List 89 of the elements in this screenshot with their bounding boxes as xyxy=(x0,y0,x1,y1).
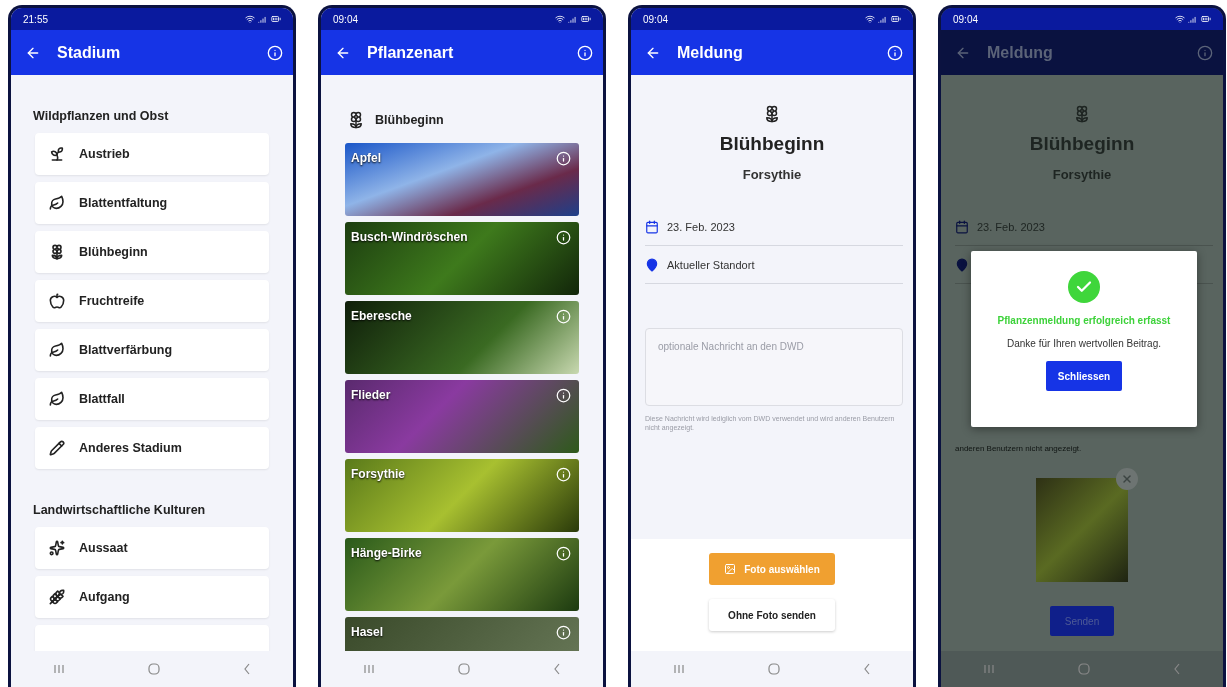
location-text: Aktueller Standort xyxy=(667,258,755,271)
back-nav-button[interactable] xyxy=(1173,663,1182,675)
plant-card[interactable]: Hänge-Birke xyxy=(345,538,579,611)
apple-icon xyxy=(49,293,65,309)
message-field[interactable]: optionale Nachricht an den DWD xyxy=(645,328,903,406)
stage-item[interactable]: Blattverfärbung xyxy=(35,329,269,371)
stage-item[interactable]: Blattentfaltung xyxy=(35,182,269,224)
flower-icon xyxy=(763,105,781,123)
dialog-message: Danke für Ihren wertvollen Beitrag. xyxy=(1007,338,1161,349)
location-pin-icon xyxy=(645,257,659,272)
home-button[interactable] xyxy=(458,663,470,675)
location-pin-icon xyxy=(955,257,969,272)
plant-name: Busch-Windröschen xyxy=(351,230,468,244)
battery-icon xyxy=(271,14,281,24)
home-button[interactable] xyxy=(148,663,160,675)
plant-name: Flieder xyxy=(351,388,391,402)
hint-text: anderen Benutzern nicht angezeigt. xyxy=(955,444,1083,455)
close-button[interactable] xyxy=(1116,468,1138,491)
stage-title: Blühbeginn xyxy=(719,133,825,155)
plant-title: Forsythie xyxy=(742,167,802,182)
home-button[interactable] xyxy=(1078,663,1090,675)
plant-card[interactable]: Hasel xyxy=(345,617,579,651)
calendar-icon xyxy=(645,219,659,234)
leaf-icon xyxy=(49,391,65,407)
recent-apps-button[interactable] xyxy=(672,664,685,674)
date-text: 23. Feb. 2023 xyxy=(977,220,1045,233)
send-without-photo-button[interactable]: Ohne Foto senden xyxy=(709,599,835,631)
plant-name: Hänge-Birke xyxy=(351,546,422,560)
image-icon xyxy=(724,563,737,575)
stage-item[interactable]: Anderes Stadium xyxy=(35,427,269,469)
signal-icon xyxy=(1188,14,1198,24)
recent-apps-button[interactable] xyxy=(362,664,375,674)
flower-icon xyxy=(49,244,65,260)
leaf-icon xyxy=(49,342,65,358)
plant-title: Forsythie xyxy=(1052,167,1112,182)
recent-apps-button[interactable] xyxy=(982,664,995,674)
signal-icon xyxy=(568,14,578,24)
status-time: 21:55 xyxy=(23,13,49,25)
sprout-icon xyxy=(49,146,65,162)
screen-title: Pflanzenart xyxy=(367,43,455,62)
wifi-icon xyxy=(865,14,875,24)
stage-item[interactable]: Aufgang xyxy=(35,576,269,618)
plant-name: Forsythie xyxy=(351,467,405,481)
close-icon xyxy=(1121,473,1133,486)
screen-title: Stadium xyxy=(57,43,122,62)
leaf-icon xyxy=(49,195,65,211)
close-dialog-button[interactable]: Schliessen xyxy=(1045,361,1123,391)
back-nav-button[interactable] xyxy=(863,663,872,675)
battery-icon xyxy=(891,14,901,24)
plant-name: Apfel xyxy=(351,151,381,165)
status-time: 09:04 xyxy=(643,13,669,25)
signal-icon xyxy=(878,14,888,24)
wifi-icon xyxy=(245,14,255,24)
pencil-icon xyxy=(49,440,65,456)
wifi-icon xyxy=(555,14,565,24)
status-time: 09:04 xyxy=(333,13,359,25)
status-time: 09:04 xyxy=(953,13,979,25)
plant-card[interactable]: Busch-Windröschen xyxy=(345,222,579,295)
plant-name: Eberesche xyxy=(351,309,412,323)
stage-item[interactable]: Blühbeginn xyxy=(35,231,269,273)
section-title: Wildpflanzen und Obst xyxy=(33,109,170,123)
stage-item[interactable]: Fruchtreife xyxy=(35,280,269,322)
flower-icon xyxy=(347,111,365,129)
stage-item[interactable]: Austrieb xyxy=(35,133,269,175)
flower-icon xyxy=(1073,105,1091,123)
battery-icon xyxy=(581,14,591,24)
plant-name: Hasel xyxy=(351,625,384,639)
signal-icon xyxy=(258,14,268,24)
section-title: Landwirtschaftliche Kulturen xyxy=(33,503,207,517)
stage-label: Blühbeginn xyxy=(375,113,444,127)
stage-item[interactable]: Aussaat xyxy=(35,527,269,569)
recent-apps-button[interactable] xyxy=(52,664,65,674)
plant-card[interactable]: Forsythie xyxy=(345,459,579,532)
back-nav-button[interactable] xyxy=(553,663,562,675)
back-nav-button[interactable] xyxy=(243,663,252,675)
dialog-title: Pflanzenmeldung erfolgreich erfasst xyxy=(997,315,1171,326)
wheat-icon xyxy=(49,589,65,605)
screen-title: Meldung xyxy=(677,43,744,62)
calendar-icon xyxy=(955,219,969,234)
plant-card[interactable]: Eberesche xyxy=(345,301,579,374)
wifi-icon xyxy=(1175,14,1185,24)
stage-item[interactable]: Blattfall xyxy=(35,378,269,420)
date-text: 23. Feb. 2023 xyxy=(667,220,735,233)
screen-title: Meldung xyxy=(987,43,1054,62)
plant-card[interactable]: Apfel xyxy=(345,143,579,216)
stage-title: Blühbeginn xyxy=(1029,133,1135,155)
home-button[interactable] xyxy=(768,663,780,675)
battery-icon xyxy=(1201,14,1211,24)
plant-card[interactable]: Flieder xyxy=(345,380,579,453)
